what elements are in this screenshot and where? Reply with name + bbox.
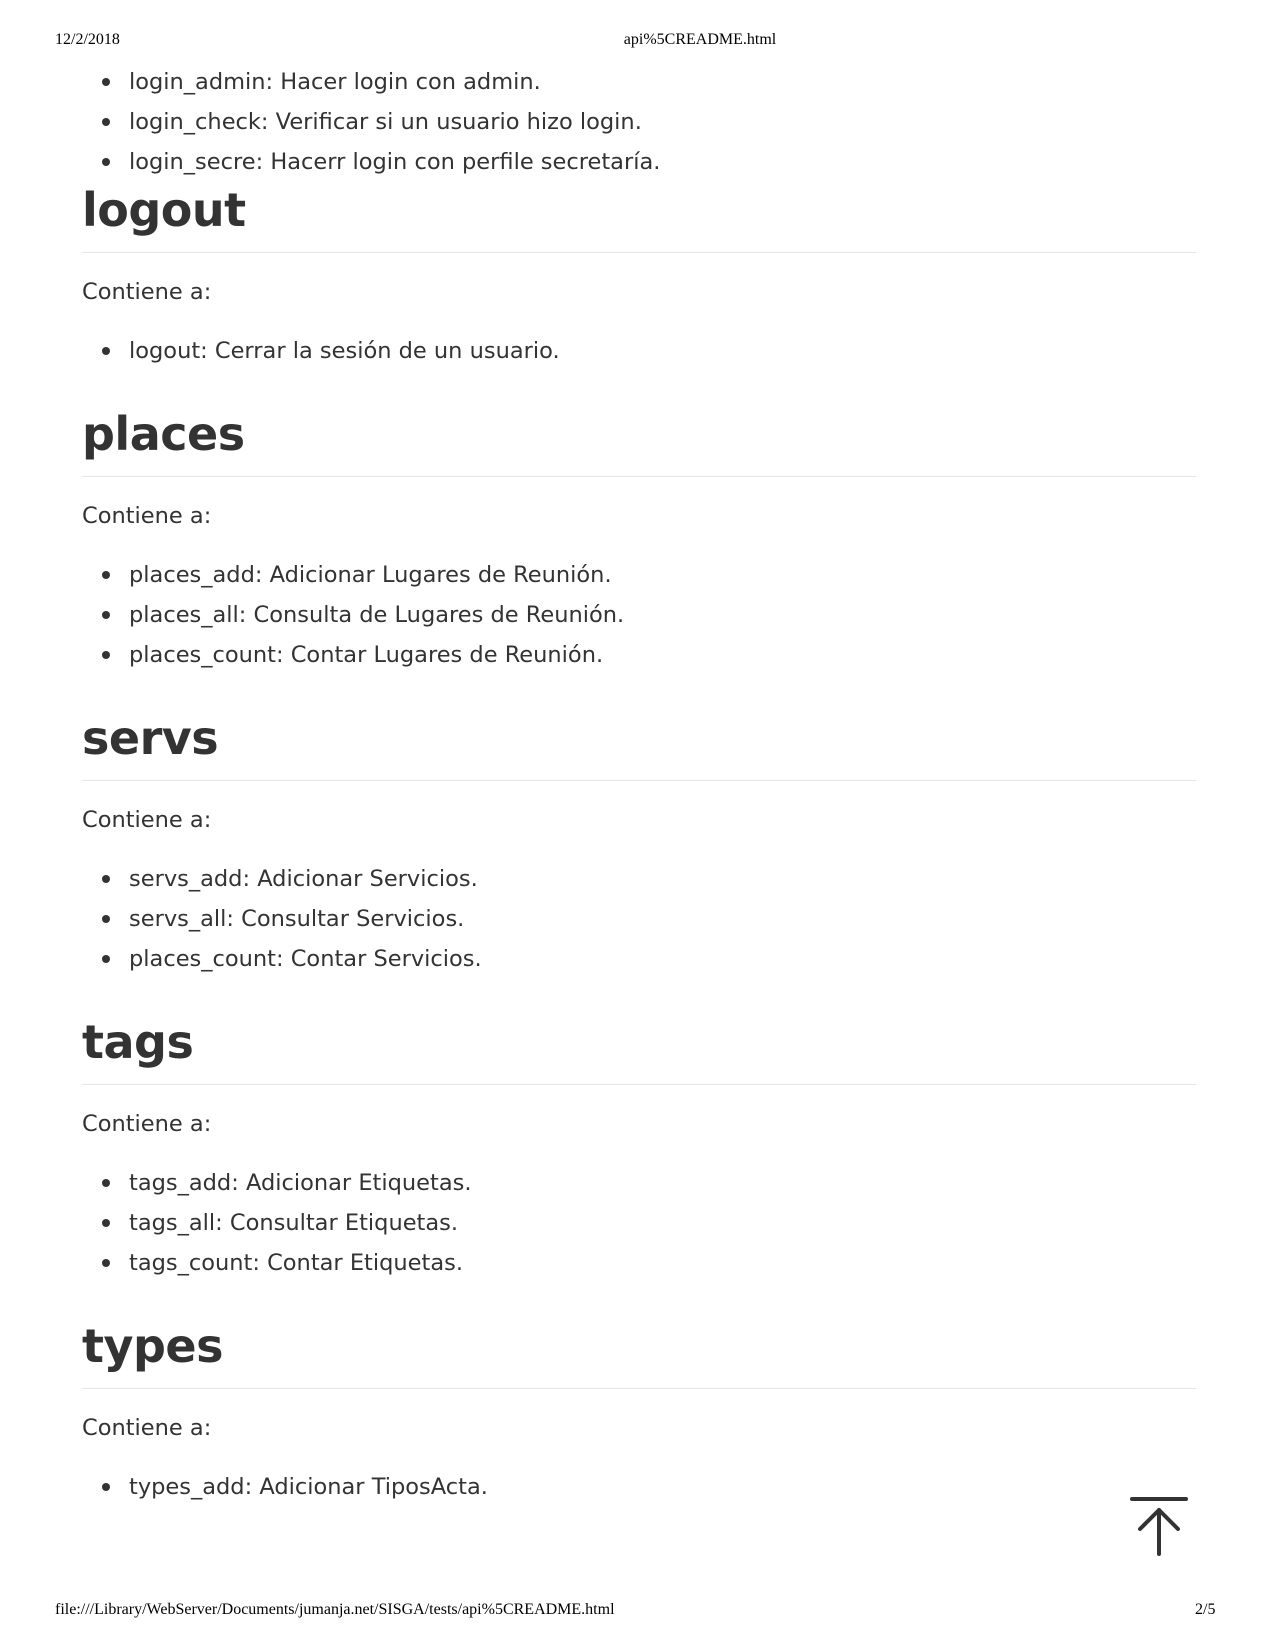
section-logout: logout Contiene a: logout: Cerrar la ses… <box>82 182 1196 371</box>
list-item: tags_all: Consultar Etiquetas. <box>82 1203 1196 1243</box>
print-footer-page-number: 2/5 <box>1195 1601 1216 1618</box>
section-items-list: tags_add: Adicionar Etiquetas. tags_all:… <box>82 1163 1196 1283</box>
section-servs: servs Contiene a: servs_add: Adicionar S… <box>82 710 1196 979</box>
list-item: places_count: Contar Servicios. <box>82 939 1196 979</box>
list-item: servs_add: Adicionar Servicios. <box>82 859 1196 899</box>
section-heading: logout <box>82 182 1196 253</box>
section-places: places Contiene a: places_add: Adicionar… <box>82 406 1196 675</box>
arrow-up-to-line-icon <box>1130 1497 1188 1556</box>
section-intro: Contiene a: <box>82 503 212 529</box>
section-types: types Contiene a: types_add: Adicionar T… <box>82 1318 1196 1507</box>
list-item: logout: Cerrar la sesión de un usuario. <box>82 331 1196 371</box>
section-heading: tags <box>82 1014 1196 1085</box>
list-item: places_add: Adicionar Lugares de Reunión… <box>82 555 1196 595</box>
section-intro: Contiene a: <box>82 1111 212 1137</box>
list-item: servs_all: Consultar Servicios. <box>82 899 1196 939</box>
readme-content: login_admin: Hacer login con admin. logi… <box>82 62 1196 1542</box>
back-to-top-button[interactable] <box>1130 1496 1188 1558</box>
print-footer-url: file:///Library/WebServer/Documents/juma… <box>55 1601 615 1618</box>
section-intro: Contiene a: <box>82 807 212 833</box>
section-items-list: types_add: Adicionar TiposActa. <box>82 1467 1196 1507</box>
section-heading: types <box>82 1318 1196 1389</box>
list-item: tags_count: Contar Etiquetas. <box>82 1243 1196 1283</box>
section-items-list: servs_add: Adicionar Servicios. servs_al… <box>82 859 1196 979</box>
list-item: places_count: Contar Lugares de Reunión. <box>82 635 1196 675</box>
section-intro: Contiene a: <box>82 279 212 305</box>
list-item: places_all: Consulta de Lugares de Reuni… <box>82 595 1196 635</box>
list-item: login_admin: Hacer login con admin. <box>82 62 1196 102</box>
section-heading: places <box>82 406 1196 477</box>
section-items-list: logout: Cerrar la sesión de un usuario. <box>82 331 1196 371</box>
login-items-list: login_admin: Hacer login con admin. logi… <box>82 62 1196 182</box>
list-item: login_secre: Hacerr login con perfile se… <box>82 142 1196 182</box>
section-intro: Contiene a: <box>82 1415 212 1441</box>
list-item: login_check: Verificar si un usuario hiz… <box>82 102 1196 142</box>
print-header-title: api%5CREADME.html <box>623 31 777 48</box>
list-item: types_add: Adicionar TiposActa. <box>82 1467 1196 1507</box>
section-items-list: places_add: Adicionar Lugares de Reunión… <box>82 555 1196 675</box>
section-tags: tags Contiene a: tags_add: Adicionar Eti… <box>82 1014 1196 1283</box>
list-item: tags_add: Adicionar Etiquetas. <box>82 1163 1196 1203</box>
section-heading: servs <box>82 710 1196 781</box>
